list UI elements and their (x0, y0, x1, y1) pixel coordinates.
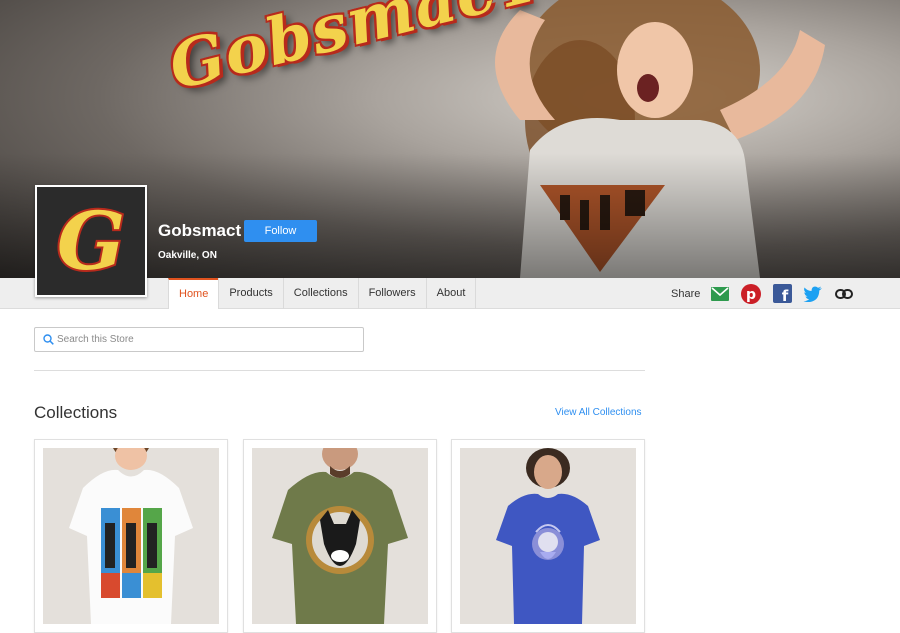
share-label: Share (671, 287, 701, 300)
svg-text:f: f (782, 287, 789, 303)
link-icon[interactable] (834, 284, 854, 304)
collections-title: Collections (34, 403, 118, 422)
tab-products[interactable]: Products (218, 278, 282, 309)
collection-card[interactable] (34, 439, 228, 633)
facebook-icon[interactable]: f (772, 284, 792, 304)
store-avatar[interactable]: G (35, 185, 147, 297)
white-tshirt-photo (43, 448, 219, 624)
collection-card[interactable] (451, 439, 645, 633)
twitter-icon[interactable] (803, 284, 823, 304)
collection-card[interactable] (243, 439, 437, 633)
store-name: Gobsmact (158, 221, 242, 240)
store-location: Oakville, ON (158, 250, 217, 261)
store-search (34, 327, 364, 352)
search-icon (43, 334, 54, 345)
avatar-letter: G (57, 194, 125, 288)
follow-button[interactable]: Follow (244, 220, 317, 242)
tab-about[interactable]: About (425, 278, 477, 309)
share-bar: Share p f (671, 278, 865, 309)
svg-text:p: p (746, 287, 756, 303)
search-input[interactable] (57, 330, 357, 349)
tab-collections[interactable]: Collections (282, 278, 358, 309)
gobsmact-logo-icon: G (41, 191, 141, 291)
email-icon[interactable] (710, 284, 730, 304)
pinterest-icon[interactable]: p (741, 283, 762, 304)
divider (34, 370, 645, 371)
green-tshirt-photo (252, 448, 428, 624)
nav-tabs: Home Products Collections Followers Abou… (168, 278, 477, 309)
tab-followers[interactable]: Followers (357, 278, 426, 309)
blue-tshirt-photo (460, 448, 636, 624)
view-all-collections-link[interactable]: View All Collections (555, 407, 642, 418)
tab-home[interactable]: Home (168, 278, 219, 309)
